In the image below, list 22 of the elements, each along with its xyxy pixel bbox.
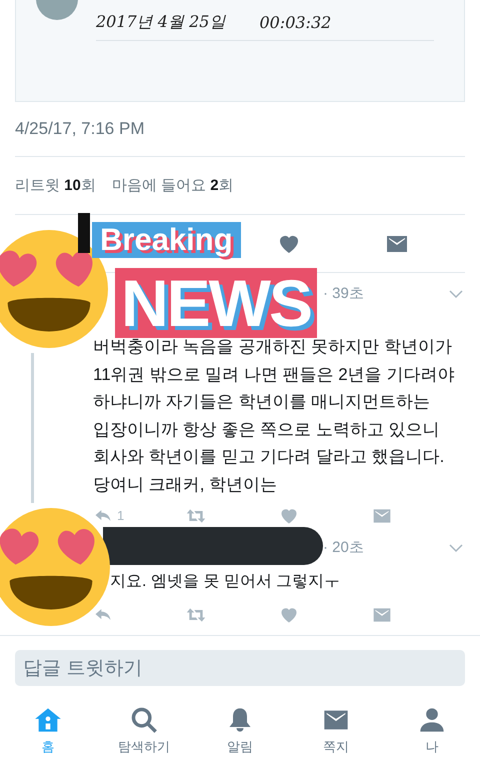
tweet-timestamp: 4/25/17, 7:16 PM	[15, 119, 144, 140]
tweet-time: · 20초	[323, 538, 364, 558]
tab-bar-item[interactable]: 쪽지	[288, 706, 384, 770]
search-icon	[130, 706, 158, 734]
tweet-time: · 39초	[323, 284, 364, 304]
tab-bar-item[interactable]: 알림	[192, 706, 288, 770]
tab-bar-item[interactable]: 홈	[0, 706, 96, 770]
reply-count: 1	[117, 508, 124, 524]
time-text: 00:03:32	[259, 12, 332, 32]
reply-input-field[interactable]: 답글 트윗하기	[15, 650, 465, 686]
home-icon	[34, 706, 62, 734]
stat-count[interactable]: 리트윗 10회	[15, 176, 96, 196]
tab-bar-item[interactable]: 탐색하기	[96, 706, 192, 770]
breaking-label: Breaking	[92, 222, 241, 258]
date-text: 2017년 4월 25일	[96, 12, 226, 32]
stat-count[interactable]: 마음에 들어요 2회	[112, 176, 234, 196]
media-card[interactable]: 2017년 4월 25일 00:03:32	[15, 0, 465, 102]
person-icon	[418, 706, 446, 734]
news-label: NEWS	[115, 268, 317, 338]
tweet-text: 버벅충이라 녹음을 공개하진 못하지만 학년이가 11위권 밖으로 밀려 나면 팬들은 2년을 기다려야 하냐니까 자기들은 학년이를 매니지먼트하는 입장이니까 항상 좋은 쪽으로 노력하고 있으니 회사와 학년이를 믿고 기다려 달라고 했읍니다. 당여니 크래커, 학년이는	[93, 336, 456, 496]
tab-bar-item[interactable]: 나	[384, 706, 480, 770]
tweet-text: 지요. 엠넷을 못 믿어서 그렇지ㅜ	[110, 572, 342, 592]
